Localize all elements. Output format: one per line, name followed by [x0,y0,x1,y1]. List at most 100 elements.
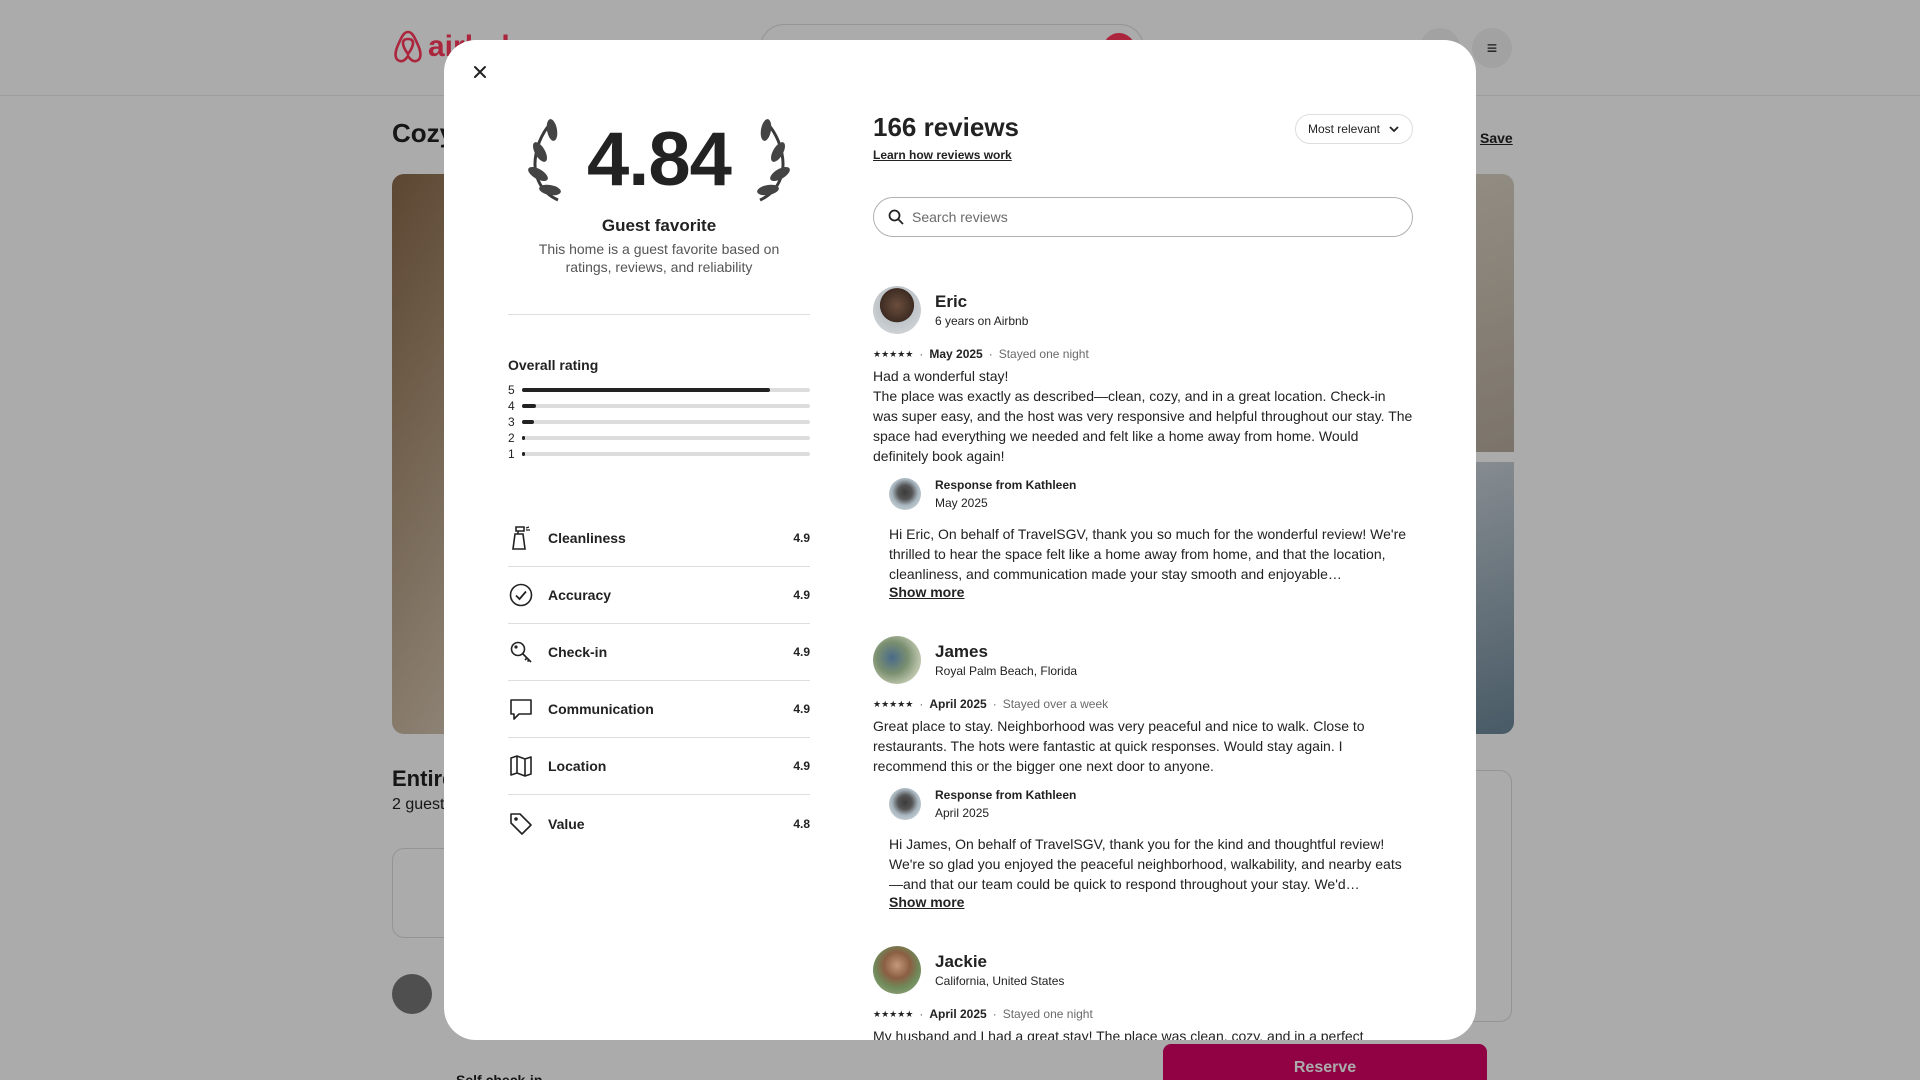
reviewer-subtitle: California, United States [935,974,1065,988]
distribution-bar [522,436,525,440]
reviewer-avatar[interactable] [873,636,921,684]
distribution-track [522,420,810,424]
reviewer-avatar[interactable] [873,946,921,994]
review-date: May 2025 [929,347,983,361]
stay-length: Stayed one night [998,347,1089,361]
divider [508,314,810,315]
separator: · [919,1007,924,1021]
category-score: 4.9 [793,702,810,716]
laurel-right-icon [757,119,790,202]
distribution-star-label: 5 [508,383,515,397]
chat-bubble-icon [508,696,534,722]
separator: · [988,347,993,361]
category-label: Accuracy [548,587,612,603]
guest-favorite-description: This home is a guest favorite based on r… [538,241,780,275]
distribution-bar [522,404,537,408]
distribution-track [522,436,810,440]
distribution-star-label: 3 [508,415,515,429]
stay-length: Stayed one night [1002,1007,1093,1021]
distribution-star-label: 1 [508,447,515,461]
reviewer-subtitle: 6 years on Airbnb [935,314,1029,328]
category-label: Value [548,815,585,832]
distribution-bar [522,388,770,392]
review-meta: ★★★★★ · April 2025 · Stayed over a week [873,696,1413,712]
overall-rating-label: Overall rating [508,357,599,373]
distribution-track [522,388,810,392]
category-cleanliness: Cleanliness 4.9 [508,510,810,567]
distribution-star-label: 2 [508,431,515,445]
distribution-track [522,452,810,456]
category-accuracy: Accuracy 4.9 [508,567,810,624]
stay-length: Stayed over a week [1002,697,1109,711]
review-text: My husband and I had a great stay! The p… [873,1028,1364,1040]
separator: · [919,347,924,361]
reviews-modal: 4.84 Guest favorite This home is a guest… [444,40,1476,1040]
key-icon [508,639,534,665]
review-text: Had a wonderful stay! The place was exac… [873,368,1413,464]
spray-bottle-icon [508,525,534,551]
show-more-button[interactable]: Show more [889,584,964,600]
host-avatar[interactable] [889,788,921,820]
chevron-down-icon [1389,126,1399,133]
map-icon [508,753,534,779]
category-checkin: Check-in 4.9 [508,624,810,681]
review-item: Jackie California, United States ★★★★★ ·… [873,946,1413,1040]
reviewer-name: Eric [935,292,968,311]
category-location: Location 4.9 [508,738,810,795]
category-label: Cleanliness [548,530,626,546]
review-item: James Royal Palm Beach, Florida ★★★★★ · … [873,636,1413,912]
response-date: April 2025 [935,806,990,820]
show-more-button[interactable]: Show more [889,894,964,910]
response-date: May 2025 [935,496,988,510]
check-circle-icon [508,582,534,608]
distribution-row: 3 [508,414,810,430]
category-score: 4.9 [793,759,810,773]
review-text: Great place to stay. Neighborhood was ve… [873,718,1365,774]
review-item: Eric 6 years on Airbnb ★★★★★ · May 2025 … [873,286,1413,602]
distribution-track [522,404,810,408]
sort-label: Most relevant [1307,122,1380,136]
category-label: Location [548,758,607,774]
review-date: April 2025 [929,697,987,711]
category-ratings: Cleanliness 4.9 Accuracy 4.9 Check-in 4.… [508,510,810,852]
distribution-row: 1 [508,446,810,462]
reviews-panel: 166 reviews Learn how reviews work Most … [873,40,1413,1040]
distribution-star-label: 4 [508,399,515,413]
separator: · [919,697,924,711]
star-rating: ★★★★★ [873,348,914,359]
category-score: 4.9 [793,645,810,659]
category-value: Value 4.8 [508,795,810,852]
close-button[interactable] [464,56,496,88]
host-response: Response from Kathleen May 2025 Hi Eric,… [889,478,1413,602]
search-reviews-field[interactable] [873,197,1413,237]
reviews-count: 166 reviews [873,112,1020,142]
response-from: Response from Kathleen [935,478,1077,492]
distribution-row: 5 [508,382,810,398]
category-score: 4.9 [793,588,810,602]
distribution-bar [522,452,525,456]
category-label: Check-in [548,644,608,660]
review-meta: ★★★★★ · April 2025 · Stayed one night [873,1006,1413,1022]
review-date: April 2025 [929,1007,987,1021]
review-meta: ★★★★★ · May 2025 · Stayed one night [873,346,1413,362]
learn-how-reviews-work-link[interactable]: Learn how reviews work [873,148,1012,162]
star-rating: ★★★★★ [873,698,914,709]
response-text: Hi Eric, On behalf of TravelSGV, thank y… [889,526,1407,582]
response-text: Hi James, On behalf of TravelSGV, thank … [889,836,1402,892]
separator: · [992,1007,997,1021]
host-response: Response from Kathleen April 2025 Hi Jam… [889,788,1413,912]
reviewer-subtitle: Royal Palm Beach, Florida [935,664,1078,678]
host-avatar[interactable] [889,478,921,510]
search-reviews-input[interactable] [912,209,1412,225]
distribution-row: 4 [508,398,810,414]
reviewer-avatar[interactable] [873,286,921,334]
distribution-row: 2 [508,430,810,446]
distribution-bar [522,420,534,424]
category-communication: Communication 4.9 [508,681,810,738]
rating-distribution: 5 4 3 2 1 [508,382,810,462]
sort-dropdown[interactable]: Most relevant [1294,114,1413,144]
response-from: Response from Kathleen [935,788,1077,802]
separator: · [992,697,997,711]
search-icon [888,209,904,225]
star-rating: ★★★★★ [873,1008,914,1019]
